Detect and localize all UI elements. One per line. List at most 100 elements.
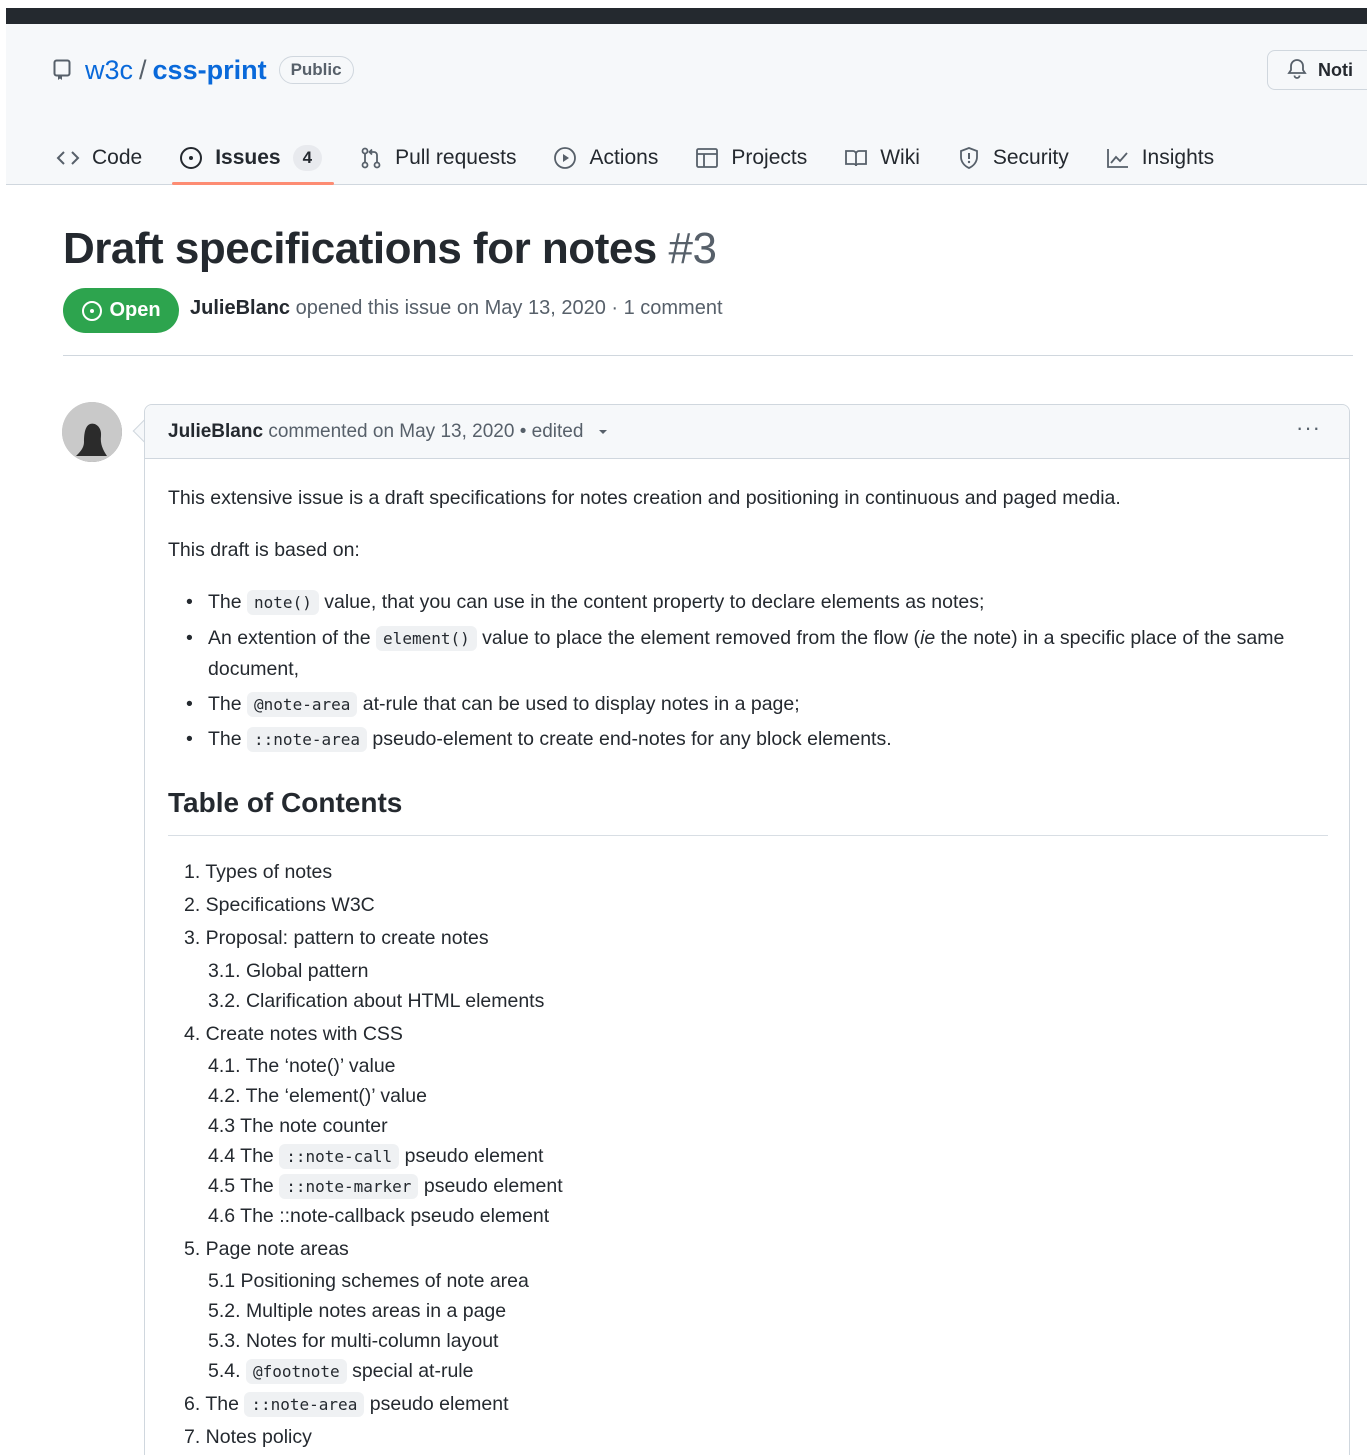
repo-icon [53,59,71,81]
issues-counter: 4 [292,145,323,171]
toc-item: 4. Create notes with CSS 4.1. The ‘note(… [184,1020,1328,1231]
text: value, that you can use in the content p… [324,591,985,614]
text: The [208,693,242,715]
table-icon [695,146,719,170]
inline-code: note() [247,590,319,616]
tab-label: Projects [731,146,808,169]
list-item: An extention of the element() value to p… [186,623,1328,685]
graph-icon [1106,146,1130,170]
text: 6. The [184,1393,239,1416]
page-top-margin [0,0,1367,8]
toc-subitem[interactable]: 4.6 The ::note-callback pseudo element [208,1201,1328,1231]
toc-item-label[interactable]: 4. Create notes with CSS [184,1020,1328,1049]
avatar[interactable] [62,402,122,462]
toc-subitem[interactable]: 5.1 Positioning schemes of note area [208,1266,1328,1296]
based-on-list: The note() value, that you can use in th… [186,587,1328,755]
emphasis: ie [920,626,936,649]
inline-code: ::note-marker [279,1173,419,1199]
repo-separator: / [139,54,147,85]
tab-wiki[interactable]: Wiki [844,132,920,184]
bell-icon [1286,57,1308,84]
text: value to place the element removed from … [482,626,921,649]
inline-code: @footnote [245,1359,347,1385]
git-pull-request-icon [359,146,383,170]
tab-code[interactable]: Code [56,132,142,184]
tab-label: Issues [215,146,281,169]
comment-meta: JulieBlanc commented on May 13, 2020 • e… [168,421,609,443]
issue-author-link[interactable]: JulieBlanc [190,297,290,319]
notifications-label: Noti [1318,59,1353,80]
toc-subitem[interactable]: 5.3. Notes for multi-column layout [208,1326,1328,1356]
text: special at-rule [352,1360,474,1383]
toc-item[interactable]: 2. Specifications W3C [184,891,1328,920]
text: pseudo element [369,1393,509,1416]
toc-subitem[interactable]: 5.2. Multiple notes areas in a page [208,1296,1328,1326]
toc-sublist: 3.1. Global pattern 3.2. Clarification a… [208,956,1328,1016]
toc-heading: Table of Contents [168,781,1328,836]
comment-meta-text[interactable]: commented on May 13, 2020 • edited [268,421,583,442]
issue-number: #3 [668,224,717,273]
notifications-button[interactable]: Noti [1267,50,1367,90]
comment-options-button[interactable]: ··· [1296,415,1321,441]
issue-meta: JulieBlanc opened this issue on May 13, … [190,297,723,320]
text: The [208,591,242,614]
repo-name-link[interactable]: css-print [153,55,267,86]
tab-label: Security [992,146,1069,169]
toc-item-label[interactable]: 5. Page note areas [184,1235,1328,1264]
code-icon [56,146,80,170]
tab-label: Pull requests [395,146,517,169]
issue-opened-icon [82,300,103,321]
toc-item-label[interactable]: 3. Proposal: pattern to create notes [184,924,1328,953]
toc-subitem[interactable]: 4.4 The ::note-call pseudo element [208,1141,1328,1171]
header-divider [63,355,1353,356]
tab-label: Actions [589,146,659,169]
book-icon [844,146,868,170]
inline-code: ::note-area [247,727,367,753]
issue-meta-text: opened this issue on May 13, 2020 · 1 co… [295,297,723,319]
tab-actions[interactable]: Actions [553,132,658,184]
list-item: The ::note-area pseudo-element to create… [186,724,1328,755]
repo-owner-link[interactable]: w3c [85,55,133,86]
inline-code: @note-area [247,692,358,717]
tab-security[interactable]: Security [957,132,1069,184]
tab-label: Wiki [880,146,920,169]
text: 5.4. [208,1360,241,1383]
repo-title-row: w3c / css-print Public [53,52,354,88]
list-item: The @note-area at-rule that can be used … [186,689,1328,720]
tab-insights[interactable]: Insights [1106,132,1214,184]
issue-state-label: Open [109,299,161,321]
toc-item[interactable]: 6. The ::note-area pseudo element [184,1390,1328,1419]
visibility-badge: Public [278,56,354,84]
chevron-down-icon[interactable] [597,421,609,443]
tab-projects[interactable]: Projects [695,132,807,184]
tab-label: Code [92,146,143,169]
inline-code: ::note-call [279,1143,400,1169]
comment-header: JulieBlanc commented on May 13, 2020 • e… [145,405,1349,459]
repo-header: w3c / css-print Public Noti Code Issues … [6,24,1367,185]
toc-subitem[interactable]: 4.2. The ‘element()’ value [208,1081,1328,1111]
toc-subitem[interactable]: 4.1. The ‘note()’ value [208,1051,1328,1081]
active-tab-indicator [172,182,334,185]
toc-subitem[interactable]: 5.4. @footnote special at-rule [208,1356,1328,1386]
tab-pull-requests[interactable]: Pull requests [359,132,516,184]
comment-based-on: This draft is based on: [168,539,360,562]
shield-icon [957,146,981,170]
toc-item[interactable]: 7. Notes policy [184,1423,1328,1452]
issue-title: Draft specifications for notes #3 [63,224,717,274]
issue-opened-icon [179,146,203,170]
toc-item: 5. Page note areas 5.1 Positioning schem… [184,1235,1328,1386]
toc-subitem[interactable]: 3.2. Clarification about HTML elements [208,986,1328,1016]
comment-intro: This extensive issue is a draft specific… [168,487,1121,509]
comment-author-link[interactable]: JulieBlanc [168,421,263,442]
toc-item[interactable]: 1. Types of notes [184,858,1328,887]
text: The [208,728,242,751]
tab-issues[interactable]: Issues 4 [179,132,323,184]
text: at-rule that can be used to display note… [362,693,800,715]
text: pseudo element [423,1174,563,1197]
toc-subitem[interactable]: 4.3 The note counter [208,1111,1328,1141]
toc-subitem[interactable]: 3.1. Global pattern [208,956,1328,986]
toc-subitem[interactable]: 4.5 The ::note-marker pseudo element [208,1171,1328,1201]
play-icon [553,146,577,170]
issue-title-text: Draft specifications for notes [63,224,657,273]
page-left-margin [0,8,6,1455]
